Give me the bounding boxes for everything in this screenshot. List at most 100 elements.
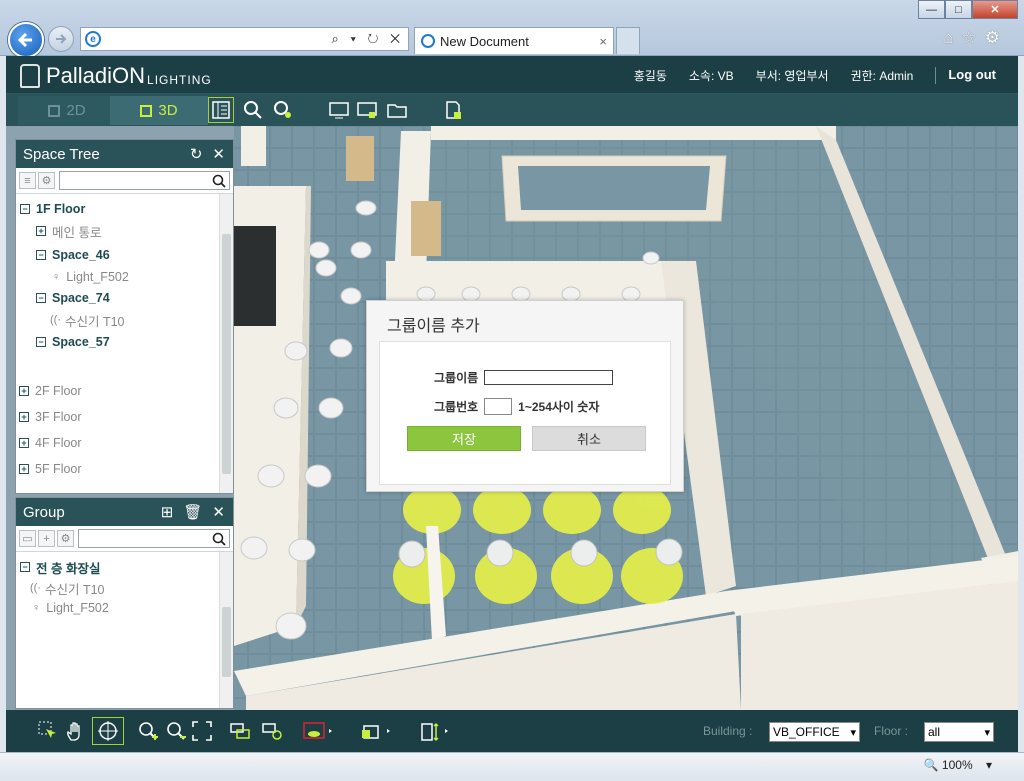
monitor-button[interactable] xyxy=(326,97,352,123)
search-icon[interactable] xyxy=(212,532,226,546)
collapse-icon[interactable]: − xyxy=(20,204,30,214)
back-button[interactable] xyxy=(8,22,44,58)
search-view-button[interactable] xyxy=(240,97,266,123)
tree-item-main-corridor[interactable]: + 메인 통로 xyxy=(16,220,233,242)
tab-3d[interactable]: 3D xyxy=(110,96,208,125)
forward-button[interactable] xyxy=(48,26,74,52)
logo-text: PalladiON xyxy=(46,63,146,88)
group-item-light-f502[interactable]: ♀ Light_F502 xyxy=(16,598,233,618)
rotate-move-icon xyxy=(98,721,118,741)
tab-close-icon[interactable]: × xyxy=(599,34,607,49)
scrollbar-thumb[interactable] xyxy=(222,607,231,677)
close-icon[interactable]: ✕ xyxy=(212,145,225,163)
layer-switch-button[interactable] xyxy=(226,717,254,745)
expand-icon[interactable]: + xyxy=(36,226,46,236)
monitor-settings-button[interactable] xyxy=(354,97,380,123)
save-button[interactable]: 저장 xyxy=(407,426,521,451)
close-window-button[interactable]: ✕ xyxy=(972,0,1018,19)
group-item-receiver-t10[interactable]: ((· 수신기 T10 xyxy=(16,578,233,598)
fit-view-button[interactable] xyxy=(188,717,216,745)
export-button[interactable] xyxy=(440,97,466,123)
building-select[interactable]: VB_OFFICE ▾ xyxy=(769,722,860,742)
add-group-icon[interactable]: ⊞ xyxy=(161,503,174,521)
select-tool-button[interactable] xyxy=(34,717,62,745)
plus-icon[interactable]: + xyxy=(38,530,55,547)
minimize-button[interactable]: — xyxy=(918,0,945,19)
tree-item-2f-floor[interactable]: + 2F Floor xyxy=(16,378,233,404)
eye-box-icon xyxy=(303,722,332,739)
group-item-all-restrooms[interactable]: − 전 층 화장실 xyxy=(16,556,233,578)
collapse-icon[interactable]: − xyxy=(36,337,46,347)
collapse-icon[interactable]: − xyxy=(36,293,46,303)
collapse-icon[interactable]: − xyxy=(36,249,46,260)
ie-icon: e xyxy=(85,31,101,47)
tree-item-label: 1F Floor xyxy=(36,202,86,216)
floor-label: Floor : xyxy=(874,724,909,738)
lightbulb-icon: ♀ xyxy=(32,602,41,614)
folder-icon[interactable]: ▭ xyxy=(19,530,36,547)
close-icon[interactable]: ✕ xyxy=(212,503,225,521)
group-number-input[interactable] xyxy=(484,398,513,415)
hand-icon xyxy=(67,722,80,741)
group-scrollbar[interactable] xyxy=(219,552,233,708)
tree-item-label: 2F Floor xyxy=(35,384,82,398)
zoom-out-button[interactable] xyxy=(162,717,190,745)
gear-icon[interactable]: ⚙ xyxy=(38,172,55,189)
tree-item-light-f502[interactable]: ♀ Light_F502 xyxy=(16,267,233,287)
group-search-input[interactable] xyxy=(78,529,230,548)
search-icon[interactable] xyxy=(212,174,226,188)
tree-item-4f-floor[interactable]: + 4F Floor xyxy=(16,430,233,456)
address-tools[interactable]: ⌕ ▾ ↻ ✕ xyxy=(332,31,404,47)
maximize-button[interactable]: □ xyxy=(945,0,972,19)
browser-status-bar: 🔍 100% ▾ xyxy=(0,752,1024,781)
group-name-input[interactable] xyxy=(484,370,614,385)
gear-icon[interactable]: ⚙ xyxy=(985,28,1008,47)
group-title: Group xyxy=(23,503,65,521)
tree-item-5f-floor[interactable]: + 5F Floor xyxy=(16,456,233,482)
space-panel-toggle[interactable] xyxy=(208,97,234,123)
address-bar[interactable]: e ⌕ ▾ ↻ ✕ xyxy=(80,27,409,51)
gear-icon[interactable]: ⚙ xyxy=(57,530,74,547)
height-dropdown[interactable] xyxy=(416,717,452,745)
new-tab-button[interactable] xyxy=(616,27,640,54)
refresh-icon[interactable]: ↻ xyxy=(190,145,203,163)
expand-icon[interactable]: + xyxy=(19,464,29,474)
object-dropdown[interactable] xyxy=(358,717,394,745)
expand-icon[interactable]: + xyxy=(19,412,29,422)
tree-item-space-57[interactable]: − Space_57 xyxy=(16,331,233,353)
star-icon[interactable]: ☆ xyxy=(962,28,985,47)
expand-icon[interactable]: + xyxy=(19,386,29,396)
expand-icon[interactable]: + xyxy=(19,438,29,448)
view-mode-dropdown[interactable] xyxy=(300,717,336,745)
group-number-row: 그룹번호 1~254사이 숫자 xyxy=(434,398,599,415)
tree-item-1f-floor[interactable]: − 1F Floor xyxy=(16,198,233,220)
layer-settings-button[interactable] xyxy=(258,717,286,745)
browser-favorites[interactable]: ⌂☆⚙ xyxy=(943,28,1008,48)
trash-icon[interactable]: 🗑 xyxy=(183,503,202,521)
tab-2d[interactable]: 2D xyxy=(18,96,116,125)
space-tree-search-input[interactable] xyxy=(59,171,230,190)
zoom-in-button[interactable] xyxy=(134,717,162,745)
cube-icon xyxy=(48,104,61,117)
list-view-icon[interactable]: ≡ xyxy=(19,172,36,189)
folder-button[interactable] xyxy=(384,97,410,123)
cancel-button[interactable]: 취소 xyxy=(532,426,646,451)
floor-select[interactable]: all ▾ xyxy=(924,722,994,742)
group-list: − 전 층 화장실 ((· 수신기 T10 ♀ Light_F502 xyxy=(16,552,233,708)
floor-select-value: all xyxy=(928,725,941,739)
search-settings-button[interactable] xyxy=(270,97,296,123)
pan-tool-button[interactable] xyxy=(62,717,90,745)
tree-item-space-74[interactable]: − Space_74 xyxy=(16,287,233,309)
logout-link[interactable]: Log out xyxy=(935,67,996,84)
zoom-control[interactable]: 🔍 100% ▾ xyxy=(924,758,992,772)
tree-item-3f-floor[interactable]: + 3F Floor xyxy=(16,404,233,430)
collapse-icon[interactable]: − xyxy=(20,562,30,572)
space-tree-scrollbar[interactable] xyxy=(219,194,233,493)
home-icon[interactable]: ⌂ xyxy=(943,28,961,47)
browser-tab[interactable]: New Document × xyxy=(414,27,614,54)
scrollbar-thumb[interactable] xyxy=(222,234,231,474)
tab-title: New Document xyxy=(440,33,529,49)
tree-item-receiver-t10[interactable]: ((· 수신기 T10 xyxy=(16,309,233,331)
tree-item-space-46[interactable]: − Space_46 xyxy=(16,242,233,267)
rotate-tool-button[interactable] xyxy=(92,717,124,745)
